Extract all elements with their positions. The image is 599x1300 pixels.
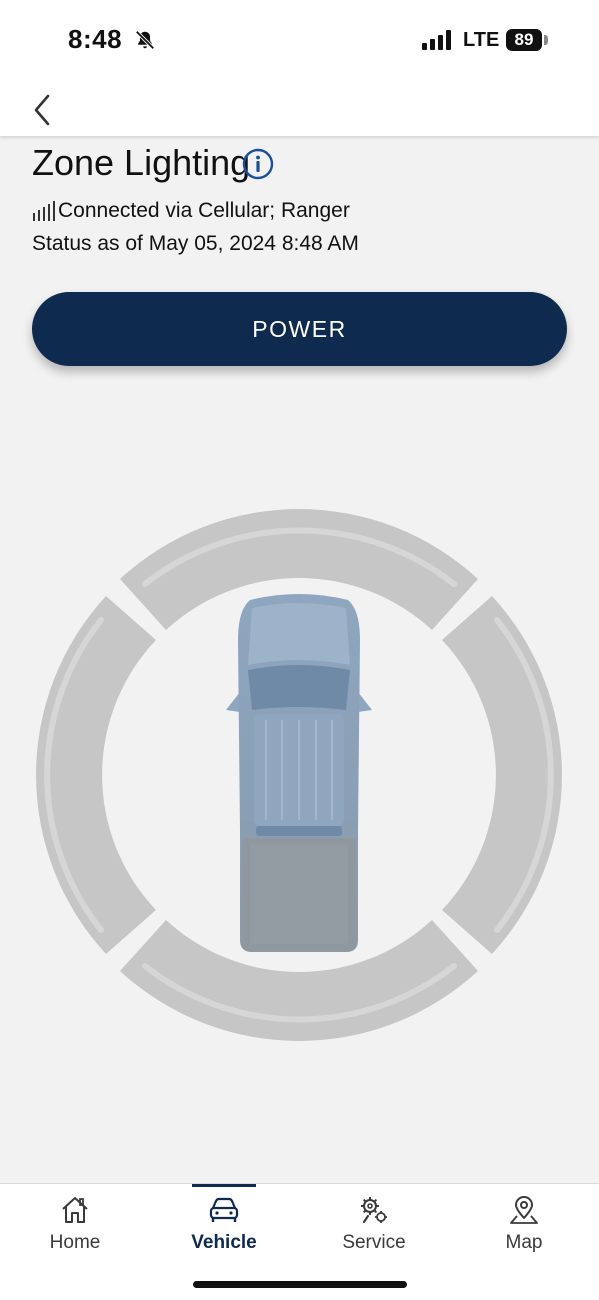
page-title: Zone Lighting [32, 142, 251, 183]
bell-muted-icon [135, 30, 155, 50]
back-chevron-icon[interactable] [28, 86, 60, 130]
network-label: LTE [463, 29, 500, 51]
status-bar: 8:48 LTE 89 [0, 0, 599, 80]
tab-vehicle[interactable]: Vehicle [164, 1184, 284, 1264]
status-time: 8:48 [68, 24, 123, 54]
zone-lighting-diagram [36, 509, 562, 1041]
tab-label: Home [49, 1232, 101, 1253]
tab-label: Service [342, 1232, 406, 1253]
connection-status: Connected via Cellular; Ranger [32, 199, 350, 223]
vehicle-icon [209, 1197, 239, 1222]
zone-left[interactable] [36, 596, 156, 954]
cellular-signal-icon [422, 30, 451, 50]
tab-label: Vehicle [191, 1232, 257, 1253]
tab-service[interactable]: Service [314, 1184, 434, 1264]
status-timestamp: Status as of May 05, 2024 8:48 AM [32, 232, 359, 255]
connection-signal-icon [33, 201, 55, 221]
home-indicator [193, 1281, 407, 1288]
map-pin-icon [510, 1196, 538, 1224]
power-button[interactable]: POWER [32, 292, 567, 366]
battery-indicator: 89 [506, 29, 542, 51]
tab-map[interactable]: Map [464, 1184, 584, 1264]
vehicle-top-view [226, 594, 372, 952]
zone-right[interactable] [442, 596, 562, 954]
tab-home[interactable]: Home [15, 1184, 135, 1264]
nav-header [0, 80, 599, 136]
home-icon [62, 1197, 88, 1223]
tab-label: Map [505, 1232, 543, 1253]
battery-cap [544, 35, 548, 45]
service-icon [361, 1197, 387, 1224]
info-icon[interactable] [242, 148, 274, 180]
connection-text: Connected via Cellular; Ranger [58, 199, 350, 222]
